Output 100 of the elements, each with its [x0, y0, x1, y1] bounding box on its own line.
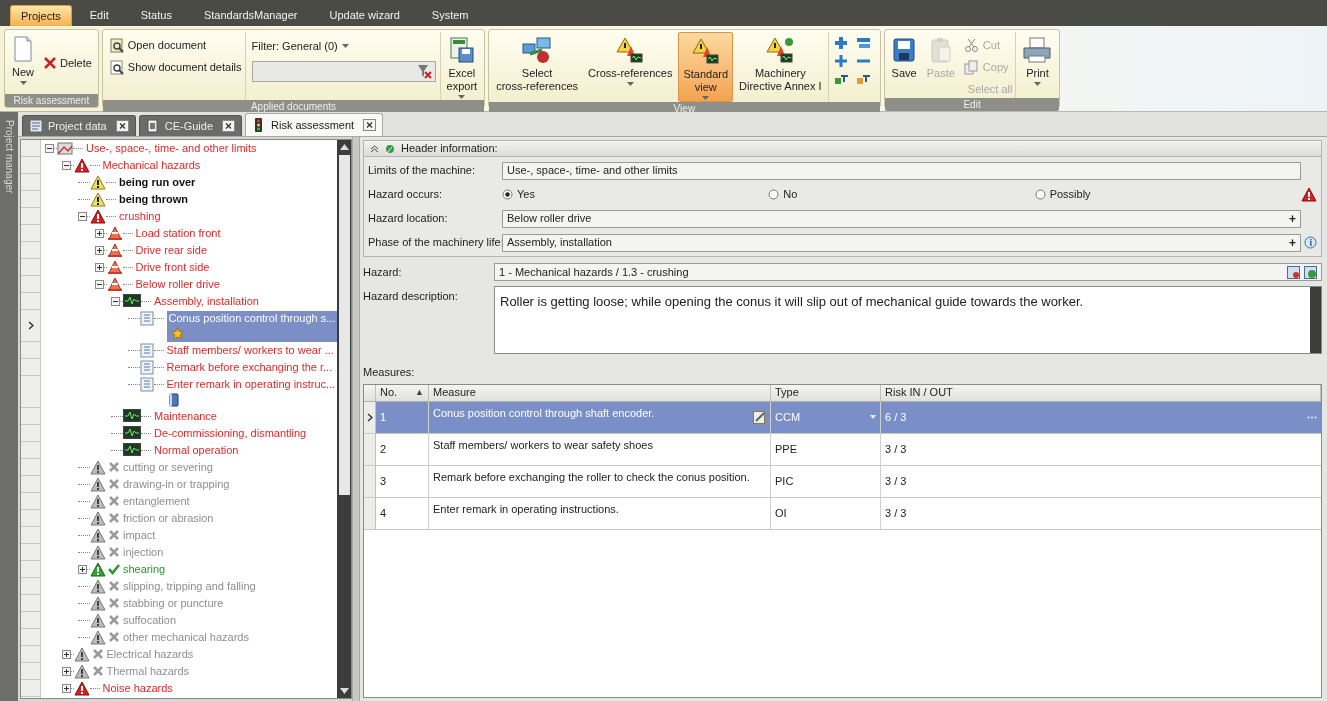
radio-button[interactable]: Possibly — [1034, 186, 1301, 203]
ribbon-button[interactable]: Save — [887, 32, 921, 98]
expand-icon[interactable] — [78, 565, 87, 574]
table-row[interactable]: 3 Remark before exchanging the roller to check the conus position. PIC 3 / 3 — [364, 465, 1321, 498]
text-field[interactable]: Use-, space-, time- and other limits — [502, 161, 1301, 180]
table-row[interactable]: 4 Enter remark in operating instructions. OI 3 / 3 — [364, 497, 1321, 530]
expand-icon[interactable] — [94, 246, 104, 255]
add-branch-icon[interactable] — [834, 36, 849, 50]
expand-icon[interactable] — [94, 229, 104, 238]
ribbon-button[interactable]: Open document — [108, 36, 242, 54]
cross-icon — [91, 665, 104, 677]
plus-icon[interactable] — [834, 54, 849, 68]
scrollbar[interactable] — [1310, 287, 1321, 353]
tree-item[interactable]: Staff members/ workers to wear ... — [166, 343, 334, 358]
expand-icon[interactable] — [94, 263, 104, 272]
ribbon-button[interactable]: Excel export — [442, 32, 482, 100]
tree-item[interactable]: Maintenance — [154, 409, 217, 424]
tree-item[interactable]: Use-, space-, time- and other limits — [86, 141, 257, 156]
filter-field[interactable] — [251, 60, 436, 82]
ribbon-button[interactable]: New — [8, 32, 38, 94]
ribbon-button[interactable]: Machinery Directive Annex I — [735, 32, 826, 102]
warning-icon — [90, 192, 106, 207]
menu-tab[interactable]: Projects — [10, 5, 72, 26]
close-icon[interactable] — [115, 120, 129, 132]
tree-item[interactable]: crushing — [119, 209, 161, 224]
ribbon-button[interactable]: Show document details — [108, 58, 242, 76]
expand-tree-icon[interactable] — [834, 72, 849, 86]
tree-item[interactable]: suffocation — [123, 613, 176, 628]
add-button[interactable]: + — [1289, 209, 1296, 228]
tree-item[interactable]: Enter remark in operating instruc... — [166, 377, 336, 392]
tree-item[interactable]: stabbing or puncture — [123, 596, 224, 611]
sort-indicator[interactable]: ▲ — [415, 385, 424, 400]
text-field[interactable]: Below roller drive + — [502, 209, 1301, 228]
tree-item[interactable]: being thrown — [119, 192, 189, 207]
tree-item[interactable]: Normal operation — [154, 443, 239, 458]
radio-button[interactable]: No — [768, 186, 1035, 203]
field-label: Limits of the machine: — [368, 163, 476, 179]
document-tab[interactable]: Risk assessment — [245, 113, 384, 136]
menu-tab[interactable]: System — [417, 5, 483, 26]
more-icon[interactable] — [1307, 415, 1317, 419]
scroll-up-icon[interactable] — [339, 143, 349, 151]
expand-icon[interactable] — [61, 684, 71, 693]
rows-icon[interactable] — [856, 36, 871, 50]
column-header[interactable]: Risk IN / OUT — [881, 384, 1321, 401]
collapse-tree-icon[interactable] — [856, 72, 871, 86]
text-field[interactable]: 1 - Mechanical hazards / 1.3 - crushing — [494, 263, 1322, 281]
scrollbar-thumb[interactable] — [338, 155, 350, 495]
collapse-icon[interactable] — [94, 280, 104, 289]
collapse-icon[interactable] — [45, 144, 54, 153]
ribbon-button[interactable]: Cross-references — [584, 32, 677, 102]
scrollbar[interactable] — [337, 140, 351, 698]
tree-item[interactable]: Remark before exchanging the r... — [166, 360, 333, 375]
document-tab[interactable]: Project data — [22, 115, 136, 136]
column-header[interactable]: Type — [771, 384, 881, 401]
collapse-icon[interactable] — [78, 212, 87, 221]
document-tab[interactable]: CE-Guide — [138, 115, 242, 136]
measures-table[interactable] — [363, 383, 1322, 698]
menu-tab[interactable]: Status — [126, 5, 186, 26]
collapse-icon[interactable] — [111, 297, 120, 306]
tree-item[interactable]: Drive rear side — [135, 243, 208, 258]
section-header[interactable]: Header information: — [363, 140, 1322, 157]
ribbon-button[interactable]: Print — [1018, 32, 1057, 98]
edit-note-icon[interactable] — [753, 410, 766, 424]
column-header[interactable]: Measure — [429, 384, 771, 401]
row-header[interactable] — [21, 310, 41, 342]
filter-dropdown[interactable]: Filter: General (0) — [251, 38, 436, 55]
dropdown-icon[interactable] — [870, 415, 876, 419]
tree-item[interactable]: De-commissioning, dismantling — [154, 426, 307, 441]
tree-item[interactable]: Load station front — [135, 226, 221, 241]
collapse-icon[interactable] — [61, 161, 71, 170]
description-field[interactable]: Roller is getting loose; while opening the conus it will slip out of mechanical guide towards the worker. — [494, 286, 1322, 354]
menu-tab[interactable]: StandardsManager — [189, 5, 312, 26]
close-icon[interactable] — [363, 119, 377, 131]
table-cell-text: 1 — [380, 409, 387, 425]
tree-item[interactable]: shearing — [123, 562, 166, 577]
row-header[interactable] — [364, 401, 376, 433]
add-link-icon[interactable] — [1304, 265, 1317, 279]
clear-filter-icon[interactable] — [415, 63, 432, 79]
close-icon[interactable] — [222, 120, 235, 132]
tree-item[interactable]: Mechanical hazards — [102, 158, 201, 173]
remove-link-icon[interactable] — [1287, 265, 1300, 279]
ribbon-button[interactable]: Delete — [40, 54, 95, 72]
tree-item[interactable]: Below roller drive — [135, 277, 220, 292]
scroll-down-icon[interactable] — [339, 687, 349, 695]
expand-icon[interactable] — [61, 650, 71, 659]
expand-icon[interactable] — [61, 667, 71, 676]
radio-button[interactable]: Yes — [502, 186, 769, 203]
menu-tab[interactable]: Update wizard — [315, 5, 414, 26]
ribbon-button[interactable]: Select cross-references — [492, 32, 583, 102]
tree-item[interactable]: being run over — [119, 175, 196, 190]
table-row[interactable]: 2 Staff members/ workers to wear safety shoes PPE 3 / 3 — [364, 433, 1321, 466]
tree-item[interactable]: Assembly, installation — [154, 294, 259, 309]
add-button[interactable]: + — [1289, 233, 1296, 252]
text-field[interactable]: Assembly, installation + — [502, 233, 1301, 252]
column-header[interactable]: No. ▲ — [376, 384, 429, 401]
tree-item[interactable]: Noise hazards — [102, 681, 173, 696]
menu-tab[interactable]: Edit — [75, 5, 123, 26]
ribbon-button[interactable]: Standard view — [678, 32, 734, 102]
tree-item[interactable]: Drive front side — [135, 260, 210, 275]
info-icon[interactable] — [1304, 236, 1317, 249]
